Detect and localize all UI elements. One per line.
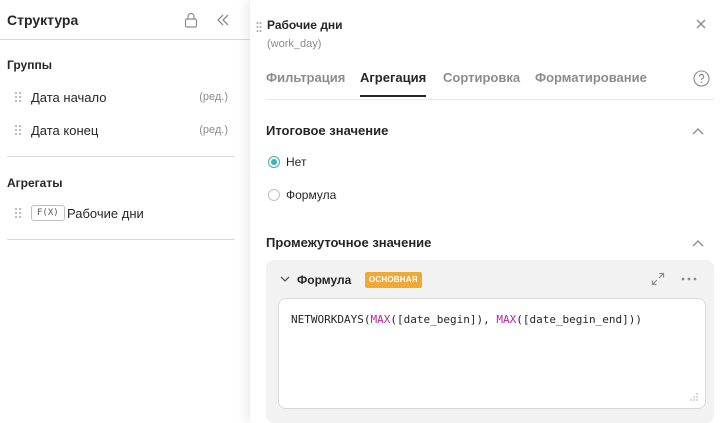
formula-card: Формула ОСНОВНАЯ NETWORKDAYS(MAX([date_b…: [266, 260, 714, 423]
group-item-label: Дата конец: [31, 123, 99, 138]
tab-formatting[interactable]: Форматирование: [535, 70, 647, 95]
settings-tabs: Фильтрация Агрегация Сортировка Форматир…: [266, 56, 714, 100]
group-item[interactable]: Дата начало (ред.): [0, 85, 240, 109]
radio-button[interactable]: [268, 189, 280, 201]
code-token: ([date_begin]),: [390, 313, 497, 326]
radio-button[interactable]: [268, 156, 280, 168]
edit-link[interactable]: (ред.): [199, 91, 228, 103]
drag-handle-icon[interactable]: [14, 207, 22, 219]
tab-aggregation[interactable]: Агрегация: [360, 70, 427, 97]
close-icon[interactable]: [695, 18, 707, 30]
chevron-down-icon[interactable]: [280, 276, 290, 283]
group-item-label: Дата начало: [31, 90, 107, 105]
radio-label: Формула: [286, 188, 337, 202]
aggregates-label: Агрегаты: [7, 176, 63, 190]
resize-handle-icon[interactable]: [689, 392, 699, 402]
field-settings-panel: Рабочие дни (work_day) Фильтрация Агрега…: [250, 0, 724, 423]
section-divider: [7, 156, 235, 157]
edit-link[interactable]: (ред.): [199, 124, 228, 136]
more-icon[interactable]: [680, 276, 698, 282]
code-function-token: MAX: [370, 313, 391, 326]
final-value-title: Итоговое значение: [266, 123, 389, 138]
tab-filtering[interactable]: Фильтрация: [266, 70, 345, 95]
drag-handle-icon[interactable]: [14, 124, 22, 136]
panel-title: Рабочие дни: [267, 18, 343, 32]
structure-title: Структура: [7, 12, 79, 28]
chevron-up-icon[interactable]: [692, 239, 704, 247]
section-divider: [7, 239, 235, 240]
code-token: ([date_begin_end])): [516, 313, 643, 326]
chevron-up-icon[interactable]: [692, 127, 704, 135]
lock-icon[interactable]: [184, 12, 198, 28]
formula-title: Формула: [297, 273, 352, 287]
radio-label: Нет: [286, 155, 307, 169]
intermediate-value-title: Промежуточное значение: [266, 235, 432, 250]
panel-subtitle: (work_day): [267, 38, 322, 50]
structure-panel: Структура Группы Дата начало (ред.) Дата…: [0, 0, 250, 423]
structure-header: Структура: [0, 0, 250, 40]
aggregate-item[interactable]: F(X) Рабочие дни: [0, 201, 240, 225]
drag-handle-icon[interactable]: [256, 21, 262, 33]
collapse-panel-icon[interactable]: [216, 13, 230, 27]
code-function-token: MAX: [496, 313, 517, 326]
expand-icon[interactable]: [651, 272, 665, 286]
code-token: NETWORKDAYS(: [291, 313, 371, 326]
tab-sorting[interactable]: Сортировка: [443, 70, 520, 95]
groups-label: Группы: [7, 58, 52, 72]
formula-code[interactable]: NETWORKDAYS(MAX([date_begin]), MAX([date…: [291, 313, 642, 326]
aggregate-item-label: Рабочие дни: [67, 206, 144, 221]
formula-editor[interactable]: NETWORKDAYS(MAX([date_begin]), MAX([date…: [278, 298, 706, 409]
drag-handle-icon[interactable]: [14, 91, 22, 103]
main-badge: ОСНОВНАЯ: [365, 272, 422, 288]
group-item[interactable]: Дата конец (ред.): [0, 118, 240, 142]
help-icon[interactable]: [693, 70, 710, 87]
formula-type-badge: F(X): [31, 205, 65, 221]
